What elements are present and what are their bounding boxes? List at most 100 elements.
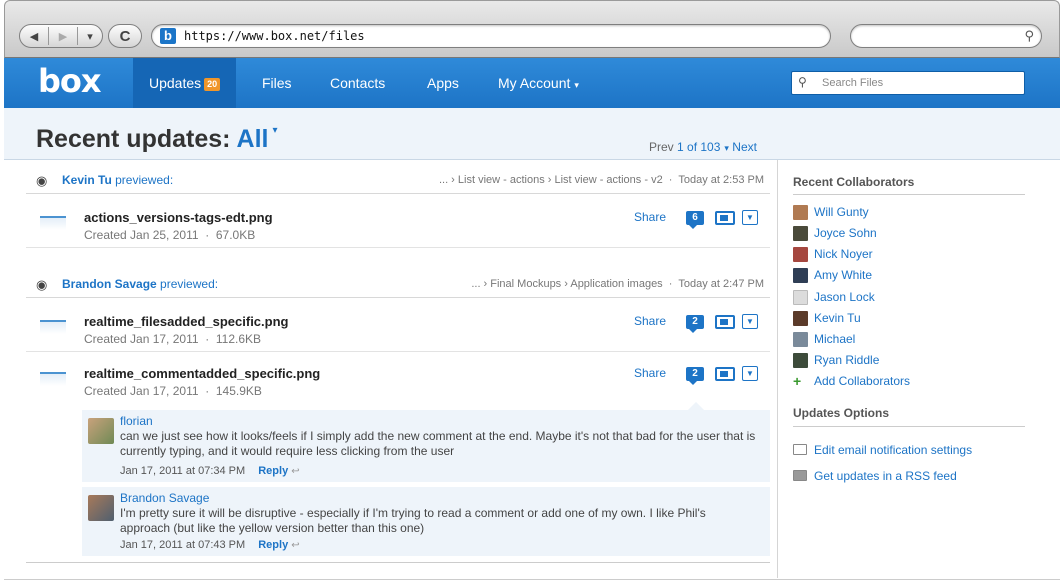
- prev-link[interactable]: Prev: [649, 140, 674, 154]
- add-user-icon: +: [793, 373, 802, 389]
- email-settings-label[interactable]: Edit email notification settings: [814, 443, 972, 457]
- comment-author[interactable]: florian: [120, 414, 153, 428]
- tag-icon[interactable]: [715, 211, 735, 225]
- user-link[interactable]: Brandon Savage: [62, 277, 157, 291]
- add-collaborators-label[interactable]: Add Collaborators: [814, 374, 910, 388]
- chevron-down-icon[interactable]: ▼: [742, 314, 758, 329]
- reply-link[interactable]: Reply: [258, 539, 288, 551]
- comment-meta: Jan 17, 2011 at 07:34 PM Reply ↩: [120, 465, 300, 477]
- reload-icon[interactable]: C: [108, 24, 142, 48]
- nav-files[interactable]: Files: [246, 58, 308, 108]
- email-icon: [793, 444, 807, 455]
- main-content: ◉ Kevin Tu previewed: ... › List view - …: [4, 160, 1060, 580]
- image-thumbnail-icon[interactable]: [40, 216, 66, 230]
- activity-time: Today at 2:53 PM: [678, 174, 764, 186]
- file-row[interactable]: realtime_filesadded_specific.png Created…: [26, 304, 770, 352]
- share-link[interactable]: Share: [634, 314, 666, 328]
- url-text[interactable]: https://www.box.net/files: [184, 29, 365, 43]
- file-created: Created Jan 25, 2011: [84, 228, 199, 242]
- box-logo[interactable]: box: [38, 62, 102, 100]
- collaborator-name[interactable]: Will Gunty: [814, 205, 869, 219]
- folder-path[interactable]: ... › Final Mockups › Application images: [471, 278, 662, 290]
- pagination: Prev 1 of 103 ▾ Next: [649, 140, 757, 154]
- image-thumbnail-icon[interactable]: [40, 320, 66, 334]
- filter-dropdown[interactable]: All: [237, 125, 269, 153]
- search-files-input[interactable]: ⚲ Search Files: [791, 71, 1025, 95]
- updates-count-badge: 20: [204, 77, 221, 91]
- collaborator-name[interactable]: Joyce Sohn: [814, 226, 877, 240]
- reply-link[interactable]: Reply: [258, 465, 288, 477]
- chevron-down-icon[interactable]: ▼: [742, 366, 758, 381]
- address-bar[interactable]: b https://www.box.net/files: [151, 24, 831, 48]
- chevron-down-icon[interactable]: ▾: [272, 125, 277, 136]
- rss-feed-label[interactable]: Get updates in a RSS feed: [814, 469, 957, 483]
- share-link[interactable]: Share: [634, 210, 666, 224]
- folder-path[interactable]: ... › List view - actions › List view - …: [439, 174, 663, 186]
- activity-meta: ... › Final Mockups › Application images…: [471, 278, 764, 290]
- file-size: 67.0KB: [215, 228, 256, 242]
- page-range-dropdown[interactable]: 1 of 103: [677, 140, 720, 154]
- comment-text: I'm pretty sure it will be disruptive - …: [120, 506, 706, 535]
- avatar: [793, 332, 808, 347]
- collaborator-name[interactable]: Michael: [814, 332, 855, 346]
- search-icon: ⚲: [1024, 28, 1034, 43]
- file-name[interactable]: realtime_filesadded_specific.png: [84, 314, 288, 329]
- nav-updates[interactable]: Updates 20: [133, 58, 237, 108]
- collaborator-name[interactable]: Kevin Tu: [814, 311, 861, 325]
- file-size: 112.6KB: [215, 332, 262, 346]
- comment-thread: florian can we just see how it looks/fee…: [82, 402, 770, 556]
- comment-author[interactable]: Brandon Savage: [120, 491, 209, 505]
- image-thumbnail-icon[interactable]: [40, 372, 66, 386]
- activity-time: Today at 2:47 PM: [678, 278, 764, 290]
- nav-contacts[interactable]: Contacts: [314, 58, 401, 108]
- app-header: box Updates 20 Files Contacts Apps My Acc…: [4, 58, 1060, 108]
- chevron-down-icon[interactable]: ▼: [742, 210, 758, 225]
- nav-button-group: ◀ ▶ ▾: [19, 24, 103, 48]
- collaborator-name[interactable]: Nick Noyer: [814, 247, 873, 261]
- tag-icon[interactable]: [715, 315, 735, 329]
- file-name[interactable]: realtime_commentadded_specific.png: [84, 366, 320, 381]
- nav-my-account[interactable]: My Account ▾: [482, 58, 595, 108]
- avatar[interactable]: [88, 495, 114, 521]
- tag-icon[interactable]: [715, 367, 735, 381]
- collaborator-name[interactable]: Amy White: [814, 268, 872, 282]
- next-link[interactable]: Next: [732, 140, 757, 154]
- comment-meta: Jan 17, 2011 at 07:43 PM Reply ↩: [120, 539, 300, 551]
- comment-count-icon[interactable]: 6: [686, 211, 704, 229]
- comment-count-icon[interactable]: 2: [686, 315, 704, 333]
- collaborator-name[interactable]: Ryan Riddle: [814, 353, 879, 367]
- collaborator-name[interactable]: Jason Lock: [814, 290, 875, 304]
- nav-apps[interactable]: Apps: [411, 58, 475, 108]
- activity-actor: Kevin Tu previewed:: [62, 173, 173, 187]
- activity-header: ◉ Kevin Tu previewed: ... › List view - …: [26, 166, 770, 194]
- file-row[interactable]: realtime_commentadded_specific.png Creat…: [26, 356, 770, 404]
- share-link[interactable]: Share: [634, 366, 666, 380]
- rss-icon: [793, 470, 807, 481]
- nav-my-account-label: My Account: [498, 75, 571, 91]
- sidebar-rule: [793, 426, 1025, 427]
- sidebar-rule: [793, 194, 1025, 195]
- activity-meta: ... › List view - actions › List view - …: [438, 174, 764, 186]
- eye-icon: ◉: [36, 173, 48, 188]
- avatar: [793, 226, 808, 241]
- history-menu-icon[interactable]: ▾: [78, 25, 102, 47]
- comment-count-icon[interactable]: 2: [686, 367, 704, 385]
- file-name[interactable]: actions_versions-tags-edt.png: [84, 210, 273, 225]
- sidebar-heading-options: Updates Options: [793, 406, 890, 420]
- chevron-down-icon: ▾: [574, 80, 579, 90]
- user-link[interactable]: Kevin Tu: [62, 173, 112, 187]
- activity-verb: previewed:: [160, 277, 219, 291]
- comment: Brandon Savage I'm pretty sure it will b…: [82, 487, 770, 556]
- comment-time: Jan 17, 2011 at 07:43 PM: [120, 539, 246, 551]
- chevron-down-icon[interactable]: ▾: [724, 143, 729, 153]
- reply-arrow-icon: ↩: [291, 540, 300, 551]
- forward-icon[interactable]: ▶: [49, 25, 77, 47]
- avatar[interactable]: [88, 418, 114, 444]
- file-size: 145.9KB: [215, 384, 262, 398]
- file-created: Created Jan 17, 2011: [84, 384, 199, 398]
- back-icon[interactable]: ◀: [20, 25, 48, 47]
- avatar: [793, 268, 808, 283]
- file-row[interactable]: actions_versions-tags-edt.png Created Ja…: [26, 200, 770, 248]
- browser-search-input[interactable]: ⚲: [850, 24, 1042, 48]
- column-divider: [777, 160, 778, 578]
